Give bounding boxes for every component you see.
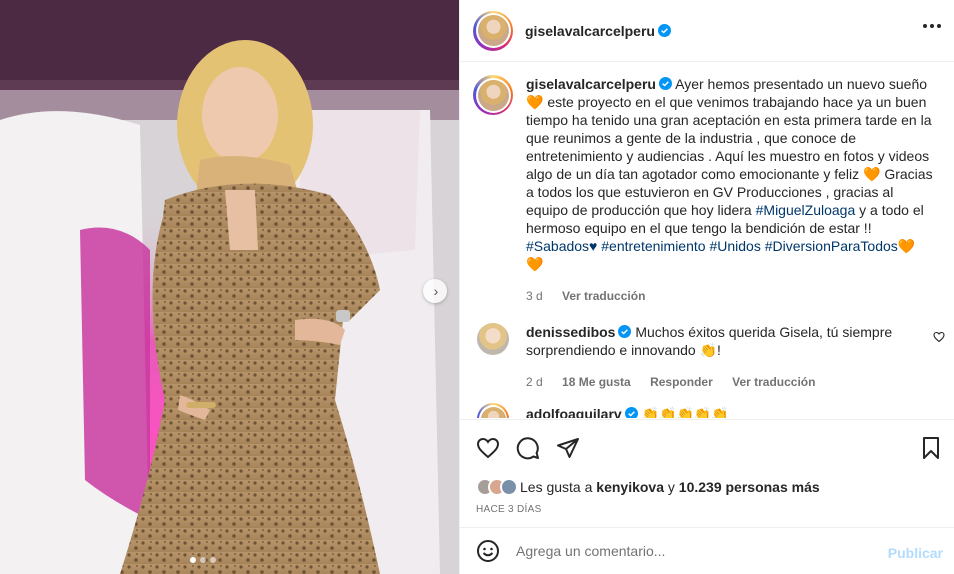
avatar-border	[479, 405, 507, 418]
carousel-dot	[200, 557, 206, 563]
translate-link[interactable]: Ver traducción	[732, 375, 815, 389]
caption-time[interactable]: 3 d	[526, 289, 543, 303]
comment-text: 👏👏👏👏👏	[641, 406, 729, 418]
more-options-button[interactable]	[923, 24, 941, 28]
reply-button[interactable]: Responder	[650, 375, 713, 389]
comment-body: adolfoaguilarv 👏👏👏👏👏	[526, 405, 926, 418]
add-comment-bar: Publicar	[460, 527, 954, 574]
more-icon	[930, 24, 934, 28]
comment-item: adolfoaguilarv 👏👏👏👏👏	[477, 403, 926, 418]
comment-icon[interactable]	[516, 436, 540, 460]
more-icon	[923, 24, 927, 28]
post-sidebar: giselavalcarcelperu giselavalcarcelperu …	[459, 0, 954, 574]
post-photo[interactable]: ›	[0, 0, 459, 574]
author-username[interactable]: giselavalcarcelperu	[525, 23, 655, 39]
comment-avatar[interactable]	[477, 403, 509, 418]
comment-item: denissedibos Muchos éxitos querida Gisel…	[477, 323, 947, 391]
translate-link[interactable]: Ver traducción	[562, 289, 645, 303]
likes-summary[interactable]: Les gusta a kenyikova y 10.239 personas …	[476, 478, 820, 496]
caption-username[interactable]: giselavalcarcelperu	[526, 76, 656, 92]
like-icon[interactable]	[476, 436, 500, 460]
mention-link[interactable]: #MiguelZuloaga	[756, 202, 856, 218]
likes-prefix: Les gusta a	[520, 479, 593, 495]
avatar	[500, 478, 518, 496]
comment-time[interactable]: 2 d	[526, 375, 543, 389]
caption-meta: 3 d Ver traducción	[526, 287, 936, 305]
caption-text: Ayer hemos presentado un nuevo sueño	[675, 76, 928, 92]
more-icon	[937, 24, 941, 28]
save-icon[interactable]	[919, 436, 943, 460]
comment-body: denissedibos Muchos éxitos querida Gisel…	[526, 323, 926, 391]
hashtag-link[interactable]: #Sabados♥	[526, 238, 597, 254]
comment-username[interactable]: denissedibos	[526, 324, 615, 340]
avatar-border	[475, 77, 511, 113]
comment-meta: 2 d 18 Me gusta Responder Ver traducción	[526, 373, 926, 391]
photo-illustration	[0, 0, 459, 574]
carousel-dot	[190, 557, 196, 563]
avatar-image	[477, 79, 509, 111]
orange-heart-emoji: 🧡	[897, 238, 916, 254]
next-photo-button[interactable]: ›	[423, 279, 447, 303]
chevron-right-icon: ›	[433, 283, 439, 299]
avatar-image	[477, 15, 509, 46]
hashtag-link[interactable]: #entretenimiento	[601, 238, 705, 254]
caption-body: giselavalcarcelperu Ayer hemos presentad…	[526, 75, 936, 305]
emoji-icon[interactable]	[476, 539, 500, 563]
post-date[interactable]: HACE 3 DÍAS	[476, 504, 542, 515]
likes-middle: y	[667, 479, 675, 495]
comment-username[interactable]: adolfoaguilarv	[526, 406, 622, 418]
comment-like-icon[interactable]	[933, 331, 945, 343]
carousel-dot	[210, 557, 216, 563]
caption: giselavalcarcelperu Ayer hemos presentad…	[473, 75, 936, 305]
publish-button[interactable]: Publicar	[888, 545, 943, 561]
avatar-image	[480, 406, 506, 418]
caption-avatar[interactable]	[473, 75, 513, 115]
author-avatar[interactable]	[473, 10, 513, 51]
hashtag-link[interactable]: #Unidos	[709, 238, 760, 254]
hashtag-link[interactable]: #DiversionParaTodos	[765, 238, 898, 254]
verified-icon	[624, 407, 638, 418]
verified-icon	[658, 77, 672, 90]
verified-icon	[618, 325, 632, 338]
avatar-border	[475, 13, 511, 48]
author-name-wrap: giselavalcarcelperu	[525, 23, 671, 39]
liker-avatars	[476, 478, 518, 496]
orange-heart-emoji: 🧡	[526, 94, 544, 110]
orange-heart-emoji: 🧡	[863, 166, 881, 182]
verified-icon	[657, 24, 671, 37]
share-icon[interactable]	[556, 436, 580, 460]
orange-heart-emoji: 🧡	[526, 256, 544, 272]
post-header: giselavalcarcelperu	[460, 0, 954, 62]
comment-likes[interactable]: 18 Me gusta	[562, 375, 631, 389]
post-actions: Les gusta a kenyikova y 10.239 personas …	[460, 419, 954, 527]
comments-section[interactable]: giselavalcarcelperu Ayer hemos presentad…	[460, 63, 954, 418]
likes-count[interactable]: 10.239 personas más	[679, 479, 820, 495]
liker-username[interactable]: kenyikova	[596, 479, 664, 495]
comment-avatar[interactable]	[477, 323, 509, 355]
carousel-dots	[190, 557, 216, 563]
comment-input[interactable]	[516, 543, 876, 559]
action-icons	[476, 436, 580, 460]
